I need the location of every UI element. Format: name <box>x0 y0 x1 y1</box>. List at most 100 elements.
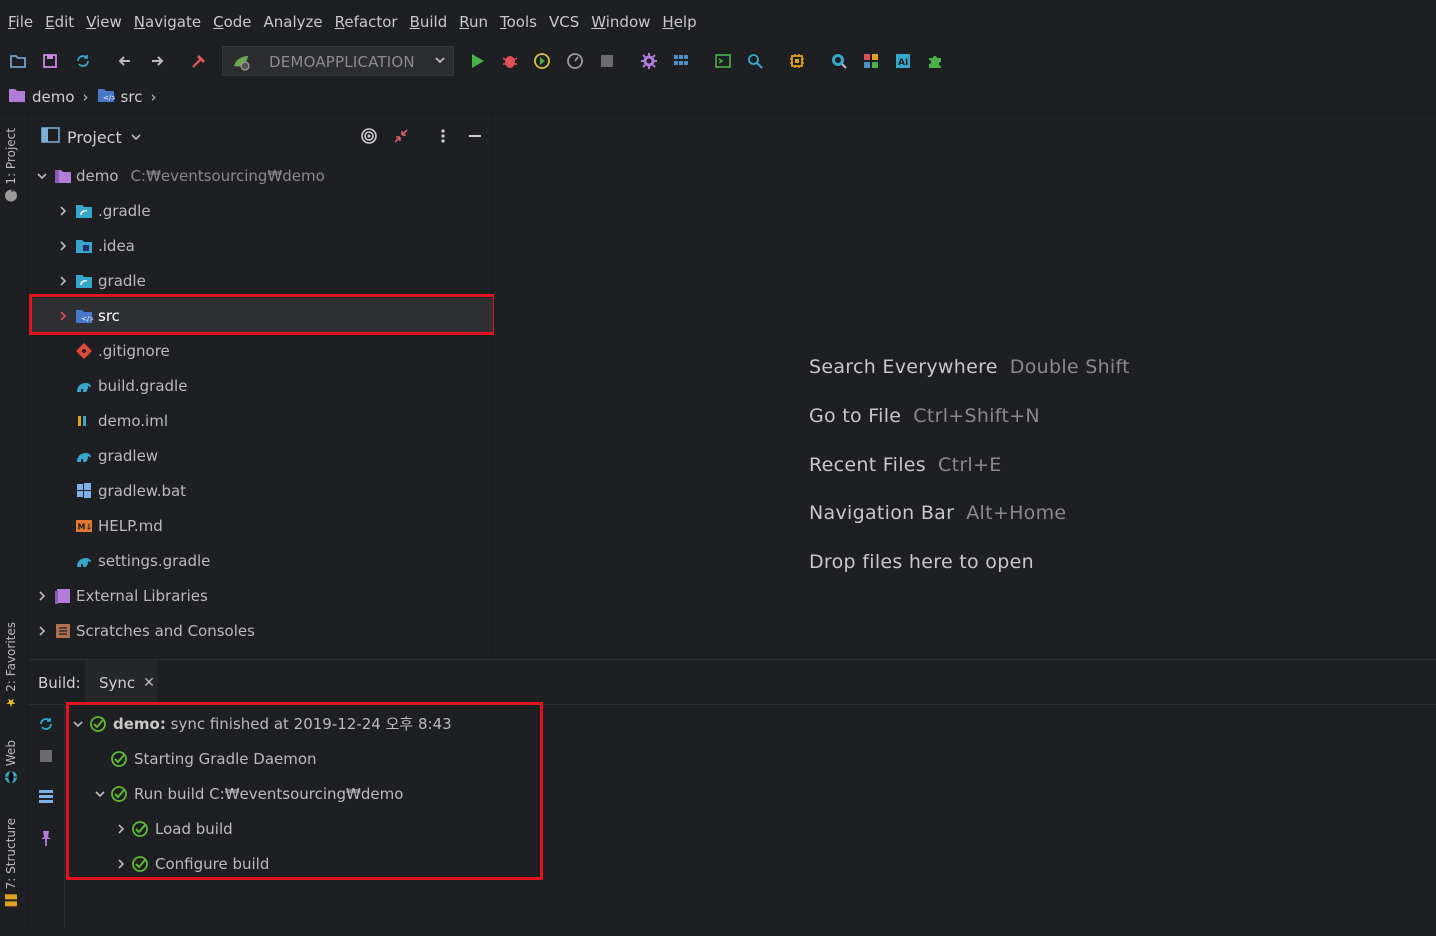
tree-item-src[interactable]: </> src <box>29 298 493 333</box>
menu-build[interactable]: Build <box>408 0 456 42</box>
svg-text:</>: </> <box>81 315 93 323</box>
pin-icon[interactable] <box>37 829 55 847</box>
menu-bar: File Edit View Navigate Code Analyze Ref… <box>0 0 1436 42</box>
tree-item-scratches[interactable]: Scratches and Consoles <box>29 613 493 648</box>
tab-sync[interactable]: Sync ✕ <box>85 660 157 705</box>
tree-item-gradlew[interactable]: gradlew <box>29 438 493 473</box>
tree-item-gradle-cache[interactable]: .gradle <box>29 193 493 228</box>
build-hammer-icon[interactable] <box>188 50 210 72</box>
forward-icon[interactable] <box>146 50 168 72</box>
run-configuration-dropdown[interactable]: DEMOAPPLICATION <box>222 46 454 76</box>
menu-run[interactable]: Run <box>457 0 496 42</box>
save-icon[interactable] <box>39 50 61 72</box>
project-folder-icon <box>41 126 61 148</box>
web-tool-tab[interactable]: Web <box>4 740 18 784</box>
structure-tool-tab[interactable]: 7: Structure <box>4 818 18 907</box>
editor-empty-state: Search Everywhere Double Shift Go to File… <box>494 114 1436 659</box>
db-inspect-icon[interactable] <box>828 50 850 72</box>
project-tool-tab[interactable]: M 1: Project <box>4 128 19 203</box>
hint-navigation-bar: Navigation Bar Alt+Home <box>809 502 1067 524</box>
chevron-down-icon <box>71 717 85 731</box>
locate-target-icon[interactable] <box>359 126 379 146</box>
chevron-right-icon <box>56 204 70 218</box>
check-circle-icon <box>131 820 149 838</box>
search-icon[interactable] <box>744 50 766 72</box>
source-folder-icon: </> <box>97 87 117 107</box>
menu-help[interactable]: Help <box>660 0 704 42</box>
ai-assistant-icon[interactable]: AI <box>892 50 914 72</box>
stop-icon[interactable] <box>596 50 618 72</box>
layout-icon[interactable] <box>860 50 882 72</box>
tree-item-demo-iml[interactable]: demo.iml <box>29 403 493 438</box>
main-toolbar: DEMOAPPLICATION AI <box>0 42 1436 80</box>
menu-vcs[interactable]: VCS <box>547 0 587 42</box>
check-circle-icon <box>89 715 107 733</box>
menu-tools[interactable]: Tools <box>498 0 545 42</box>
back-icon[interactable] <box>114 50 136 72</box>
open-folder-icon[interactable] <box>7 50 29 72</box>
minimize-icon[interactable] <box>465 126 485 146</box>
chevron-down-icon <box>35 169 49 183</box>
menu-view[interactable]: View <box>84 0 130 42</box>
breadcrumb: demo › </> src › <box>0 80 1436 114</box>
profiler-icon[interactable] <box>564 50 586 72</box>
tree-item-gitignore[interactable]: .gitignore <box>29 333 493 368</box>
windows-icon <box>75 482 93 500</box>
menu-window[interactable]: Window <box>589 0 658 42</box>
settings-gear-icon[interactable] <box>638 50 660 72</box>
puzzle-plugin-icon[interactable] <box>924 50 946 72</box>
project-structure-icon[interactable] <box>670 50 692 72</box>
favorites-tool-tab[interactable]: ★ 2: Favorites <box>4 622 18 710</box>
tree-item-demo[interactable]: demo C:₩eventsourcing₩demo <box>29 158 493 193</box>
more-options-icon[interactable] <box>433 126 453 146</box>
menu-file[interactable]: File <box>6 0 41 42</box>
svg-text:M: M <box>10 189 18 193</box>
module-folder-icon <box>8 87 26 107</box>
menu-navigate[interactable]: Navigate <box>132 0 209 42</box>
debug-icon[interactable] <box>499 50 521 72</box>
tree-item-help-md[interactable]: M↓ HELP.md <box>29 508 493 543</box>
left-tool-stripe: M 1: Project ★ 2: Favorites Web 7: Struc… <box>0 114 28 936</box>
check-circle-icon <box>131 855 149 873</box>
menu-code[interactable]: Code <box>211 0 259 42</box>
close-icon[interactable]: ✕ <box>143 675 155 691</box>
tree-item-gradlew-bat[interactable]: gradlew.bat <box>29 473 493 508</box>
status-bar <box>0 928 1436 936</box>
sync-icon[interactable] <box>37 715 55 733</box>
run-icon[interactable] <box>466 50 488 72</box>
stop-icon[interactable] <box>37 747 55 765</box>
run-config-label: DEMOAPPLICATION <box>269 53 415 71</box>
git-icon <box>75 342 93 360</box>
star-icon: ★ <box>4 695 18 710</box>
gradle-elephant-icon <box>75 377 93 395</box>
chevron-right-icon <box>56 274 70 288</box>
iml-module-icon <box>75 412 93 430</box>
toggle-view-icon[interactable] <box>37 787 55 805</box>
tree-item-external-libraries[interactable]: External Libraries <box>29 578 493 613</box>
breadcrumb-folder[interactable]: </> src <box>97 87 142 107</box>
menu-refactor[interactable]: Refactor <box>333 0 406 42</box>
plugin-chip-icon[interactable] <box>786 50 808 72</box>
sync-icon[interactable] <box>72 50 94 72</box>
project-view-selector[interactable]: Project <box>41 126 142 148</box>
menu-edit[interactable]: Edit <box>43 0 82 42</box>
check-circle-icon <box>110 750 128 768</box>
chevron-right-icon <box>56 239 70 253</box>
chevron-right-icon <box>114 822 128 836</box>
svg-text:</>: </> <box>103 94 115 102</box>
menu-analyze[interactable]: Analyze <box>262 0 331 42</box>
tree-item-settings-gradle[interactable]: settings.gradle <box>29 543 493 578</box>
tree-item-gradle[interactable]: gradle <box>29 263 493 298</box>
scratches-icon <box>54 622 72 640</box>
tree-item-build-gradle[interactable]: build.gradle <box>29 368 493 403</box>
hint-drop-files: Drop files here to open <box>809 551 1034 573</box>
chevron-right-icon <box>56 309 70 323</box>
globe-icon <box>4 770 18 784</box>
run-with-coverage-icon[interactable] <box>531 50 553 72</box>
terminal-icon[interactable] <box>712 50 734 72</box>
collapse-all-icon[interactable] <box>391 126 411 146</box>
tree-item-idea[interactable]: .idea <box>29 228 493 263</box>
hint-recent-files: Recent Files Ctrl+E <box>809 454 1002 476</box>
breadcrumb-project[interactable]: demo <box>8 87 75 107</box>
hint-search-everywhere: Search Everywhere Double Shift <box>809 356 1130 378</box>
